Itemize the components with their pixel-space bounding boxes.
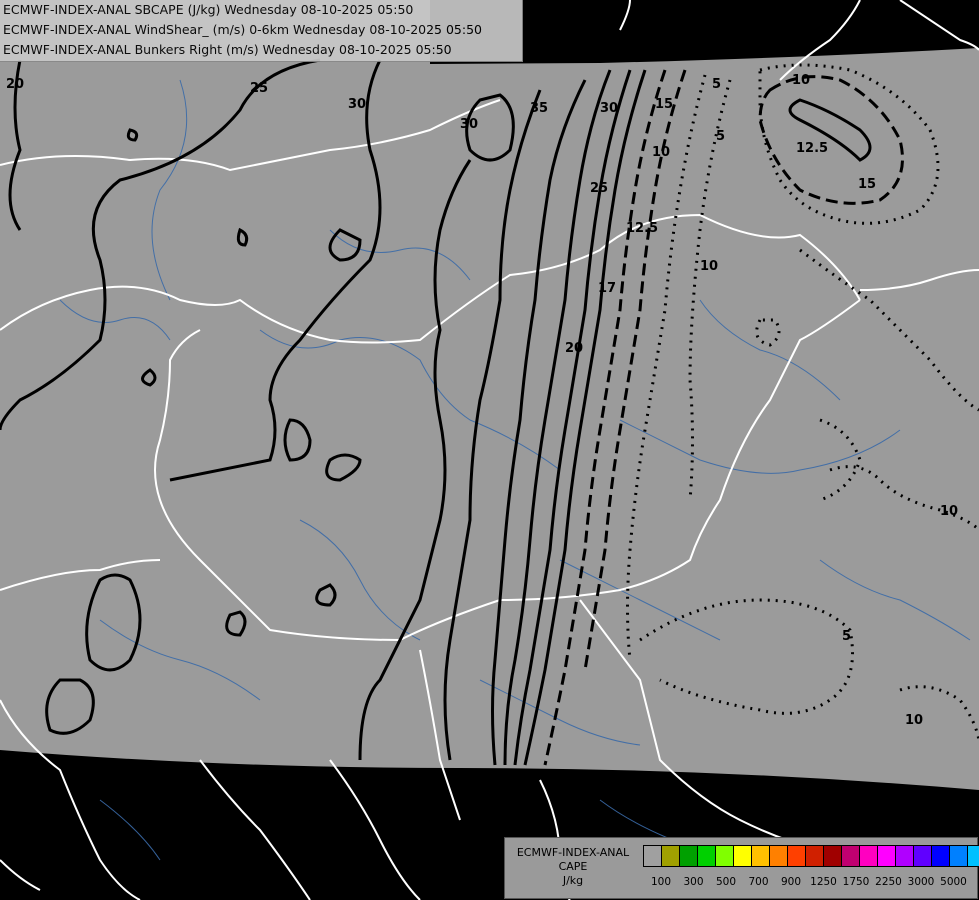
legend-tick-label: 900 (780, 876, 802, 888)
legend-swatch (697, 845, 716, 867)
contour-label: 20 (6, 77, 24, 92)
legend-swatch (751, 845, 770, 867)
contour-label: 15 (858, 177, 876, 192)
legend-swatch (877, 845, 896, 867)
legend-swatch (967, 845, 979, 867)
title-line-windshear: ECMWF-INDEX-ANAL WindShear_ (m/s) 0-6km … (3, 22, 482, 37)
contour-label: 30 (460, 117, 478, 132)
legend-swatch (661, 845, 680, 867)
contour-label: 10 (905, 713, 923, 728)
contour-label: 5 (842, 629, 851, 644)
contour-label: 12.5 (626, 221, 658, 236)
contour-label: 25 (250, 81, 268, 96)
legend-swatch (805, 845, 824, 867)
data-domain (0, 0, 979, 790)
legend-swatch (823, 845, 842, 867)
legend-swatch (733, 845, 752, 867)
legend-label: ECMWF-INDEX-ANAL CAPE J/kg (509, 846, 637, 888)
legend-label-variable: CAPE (558, 860, 588, 873)
legend-swatch (949, 845, 968, 867)
legend-tick-labels: 100 300 500 700 900 1250 1750 2250 3000 5000 (643, 876, 973, 890)
title-line-cape: ECMWF-INDEX-ANAL SBCAPE (J/kg) Wednesday… (3, 2, 414, 17)
forecast-map: 20 25 30 30 35 30 25 20 17 12.5 10 15 5 … (0, 0, 979, 900)
contour-label: 5 (712, 77, 721, 92)
contour-label: 12.5 (796, 141, 828, 156)
cape-legend: ECMWF-INDEX-ANAL CAPE J/kg 100 300 500 700 9… (504, 837, 979, 899)
legend-swatch (679, 845, 698, 867)
legend-tick-label: 1250 (810, 876, 837, 888)
contour-label: 15 (655, 97, 673, 112)
legend-swatch (841, 845, 860, 867)
contour-label: 20 (565, 341, 583, 356)
contour-label: 35 (530, 101, 548, 116)
legend-swatch (769, 845, 788, 867)
legend-tick-label: 3000 (907, 876, 935, 888)
contour-label: 30 (600, 101, 618, 116)
legend-tick-label: 1750 (842, 876, 870, 888)
contour-label: 10 (940, 504, 958, 519)
legend-swatch (715, 845, 734, 867)
legend-tick-label: 700 (748, 876, 769, 888)
legend-swatch (913, 845, 932, 867)
contour-label: 17 (598, 281, 616, 296)
legend-color-scale (643, 845, 979, 867)
legend-label-units: J/kg (562, 874, 584, 887)
legend-swatch (931, 845, 950, 867)
legend-tick-label: 300 (683, 876, 704, 888)
title-line-bunkers: ECMWF-INDEX-ANAL Bunkers Right (m/s) Wed… (3, 42, 452, 57)
legend-tick-label: 500 (715, 876, 737, 888)
legend-tick-label: 100 (650, 876, 672, 888)
legend-tick-label: 5000 (940, 876, 967, 888)
legend-tick-label: 2250 (875, 876, 902, 888)
legend-swatch (643, 845, 662, 867)
contour-label: 10 (700, 259, 718, 274)
contour-label: 5 (716, 129, 725, 144)
contour-label: 30 (348, 97, 366, 112)
contour-label: 10 (652, 145, 670, 160)
legend-swatch (859, 845, 878, 867)
legend-swatch (787, 845, 806, 867)
contour-label: 10 (792, 73, 810, 88)
map-title-box: ECMWF-INDEX-ANAL SBCAPE (J/kg) Wednesday… (0, 0, 523, 62)
legend-swatch (895, 845, 914, 867)
contour-label: 25 (590, 181, 608, 196)
legend-label-model: ECMWF-INDEX-ANAL (516, 846, 630, 859)
